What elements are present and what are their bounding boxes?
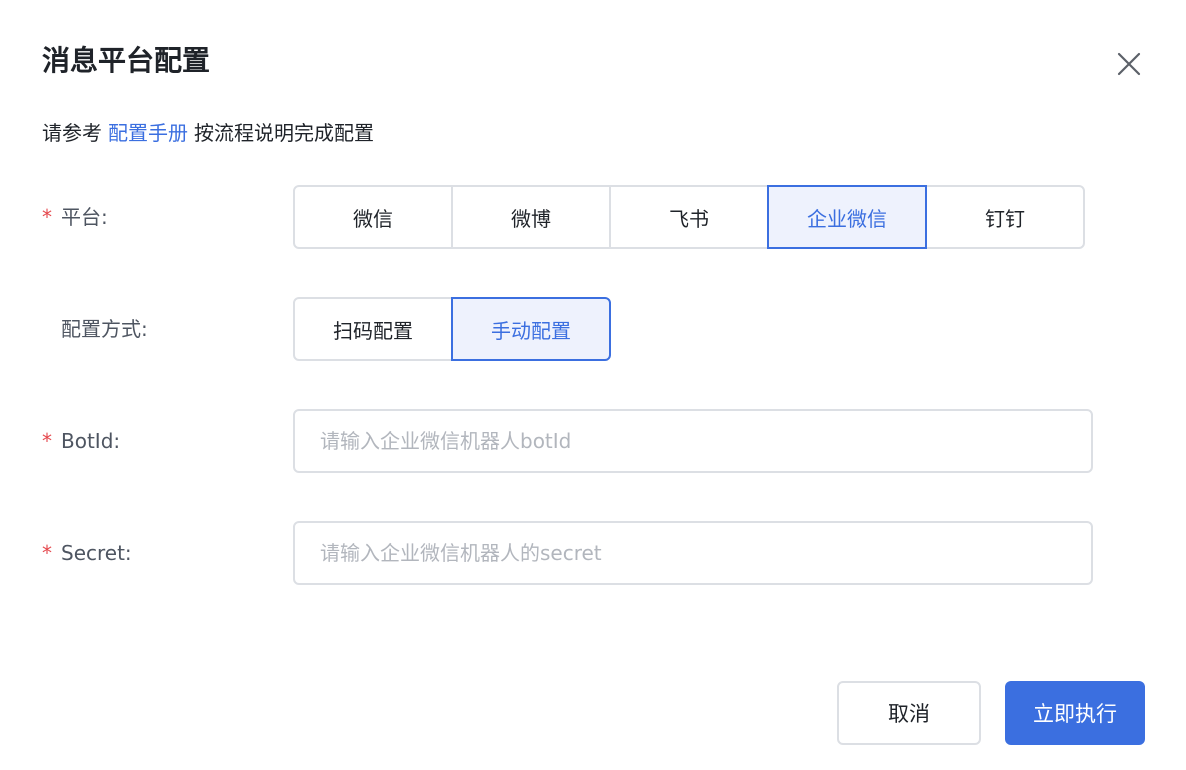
required-mark: * [42, 541, 52, 565]
intro-text: 请参考 配置手册 按流程说明完成配置 [42, 118, 374, 148]
dialog-title: 消息平台配置 [42, 44, 211, 77]
platform-segmented-control: 微信 微博 飞书 企业微信 钉钉 [293, 185, 1085, 249]
config-manual-link[interactable]: 配置手册 [108, 121, 188, 145]
intro-suffix: 按流程说明完成配置 [194, 121, 374, 145]
platform-option-wechat[interactable]: 微信 [293, 185, 453, 249]
secret-input[interactable] [293, 521, 1093, 585]
platform-option-wecom[interactable]: 企业微信 [767, 185, 927, 249]
platform-config-dialog: 消息平台配置 请参考 配置手册 按流程说明完成配置 * 平台: 微信 微博 飞书 企业… [0, 0, 1186, 770]
secret-label: * Secret: [42, 538, 132, 568]
required-mark: * [42, 429, 52, 453]
config-mode-option-qrcode[interactable]: 扫码配置 [293, 297, 453, 361]
config-mode-label: 配置方式: [42, 314, 148, 344]
intro-prefix: 请参考 [42, 121, 102, 145]
cancel-button[interactable]: 取消 [837, 681, 981, 745]
platform-label-text: 平台: [61, 205, 108, 229]
botid-label-text: BotId: [61, 429, 121, 453]
config-mode-option-manual[interactable]: 手动配置 [451, 297, 611, 361]
execute-button[interactable]: 立即执行 [1005, 681, 1145, 745]
botid-label: * BotId: [42, 426, 120, 456]
config-mode-segmented-control: 扫码配置 手动配置 [293, 297, 611, 361]
platform-option-weibo[interactable]: 微博 [451, 185, 611, 249]
botid-input[interactable] [293, 409, 1093, 473]
platform-option-feishu[interactable]: 飞书 [609, 185, 769, 249]
config-mode-label-text: 配置方式: [61, 317, 148, 341]
secret-label-text: Secret: [61, 541, 132, 565]
platform-option-dingtalk[interactable]: 钉钉 [925, 185, 1085, 249]
close-icon[interactable] [1112, 47, 1146, 81]
required-mark: * [42, 205, 52, 229]
platform-label: * 平台: [42, 202, 108, 232]
